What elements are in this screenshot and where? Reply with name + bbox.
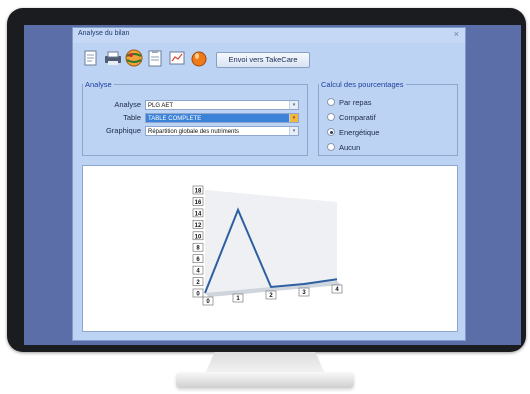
analyse-value: PLG AET xyxy=(148,103,174,109)
globe-icon[interactable] xyxy=(124,48,144,68)
radio-par-repas[interactable]: Par repas xyxy=(327,98,372,109)
analyse-legend: Analyse xyxy=(85,80,112,89)
radio-icon[interactable] xyxy=(327,113,335,121)
radio-aucun[interactable]: Aucun xyxy=(327,143,360,154)
graph-select[interactable]: Répartition globale des nutriments ▾ xyxy=(145,126,299,136)
printer-icon[interactable] xyxy=(103,48,123,68)
chevron-down-icon[interactable]: ▾ xyxy=(289,127,298,135)
radio-icon[interactable] xyxy=(327,143,335,151)
analyse-select[interactable]: PLG AET ▾ xyxy=(145,100,299,110)
food-icon[interactable] xyxy=(189,48,209,68)
radio-label: Aucun xyxy=(339,143,361,152)
monitor-stand xyxy=(205,352,325,374)
calc-legend: Calcul des pourcentages xyxy=(321,80,404,89)
nutrient-chart: 0246810121416180 1 2 3 4 xyxy=(192,185,343,306)
radio-icon[interactable] xyxy=(327,98,335,106)
chevron-down-icon[interactable]: ▾ xyxy=(289,114,298,122)
radio-label: Energétique xyxy=(339,128,380,137)
y-tick-label: 16 xyxy=(195,200,202,206)
radio-comparatif[interactable]: Comparatif xyxy=(327,113,376,124)
close-button[interactable]: × xyxy=(454,29,459,39)
radio-label: Par repas xyxy=(339,98,372,107)
y-tick-label: 12 xyxy=(195,223,202,229)
monitor-base xyxy=(176,372,354,388)
clipboard-icon[interactable] xyxy=(145,48,165,68)
y-tick-label: 10 xyxy=(195,234,202,240)
window-title: Analyse du bilan xyxy=(78,30,130,37)
analyse-group: Analyse Analyse PLG AET ▾ Table TABLE CO… xyxy=(82,80,308,156)
chart-icon[interactable] xyxy=(167,48,187,68)
graph-value: Répartition globale des nutriments xyxy=(148,129,240,135)
table-value: TABLE COMPLETE xyxy=(148,116,202,122)
title-bar: Analyse du bilan × xyxy=(73,28,465,43)
calc-group: Calcul des pourcentages Par repas Compar… xyxy=(318,80,458,156)
chevron-down-icon[interactable]: ▾ xyxy=(289,101,298,109)
y-tick-label: 18 xyxy=(195,189,202,195)
radio-energetique[interactable]: Energétique xyxy=(327,128,379,139)
send-to-takecare-button[interactable]: Envoi vers TakeCare xyxy=(216,52,310,68)
analyse-label: Analyse xyxy=(114,100,141,109)
graph-label: Graphique xyxy=(105,126,141,135)
radio-icon[interactable] xyxy=(327,128,335,136)
chart-panel: 0 2 4 6 8 10 12 14 16 18 0 1 2 3 4 xyxy=(82,165,458,332)
table-label: Table xyxy=(123,113,141,122)
table-select[interactable]: TABLE COMPLETE ▾ xyxy=(145,113,299,123)
y-tick-label: 14 xyxy=(195,211,202,217)
analysis-window: Analyse du bilan × Envoi vers TakeCare A… xyxy=(72,27,466,341)
radio-label: Comparatif xyxy=(339,113,376,122)
notes-icon[interactable] xyxy=(81,48,101,68)
